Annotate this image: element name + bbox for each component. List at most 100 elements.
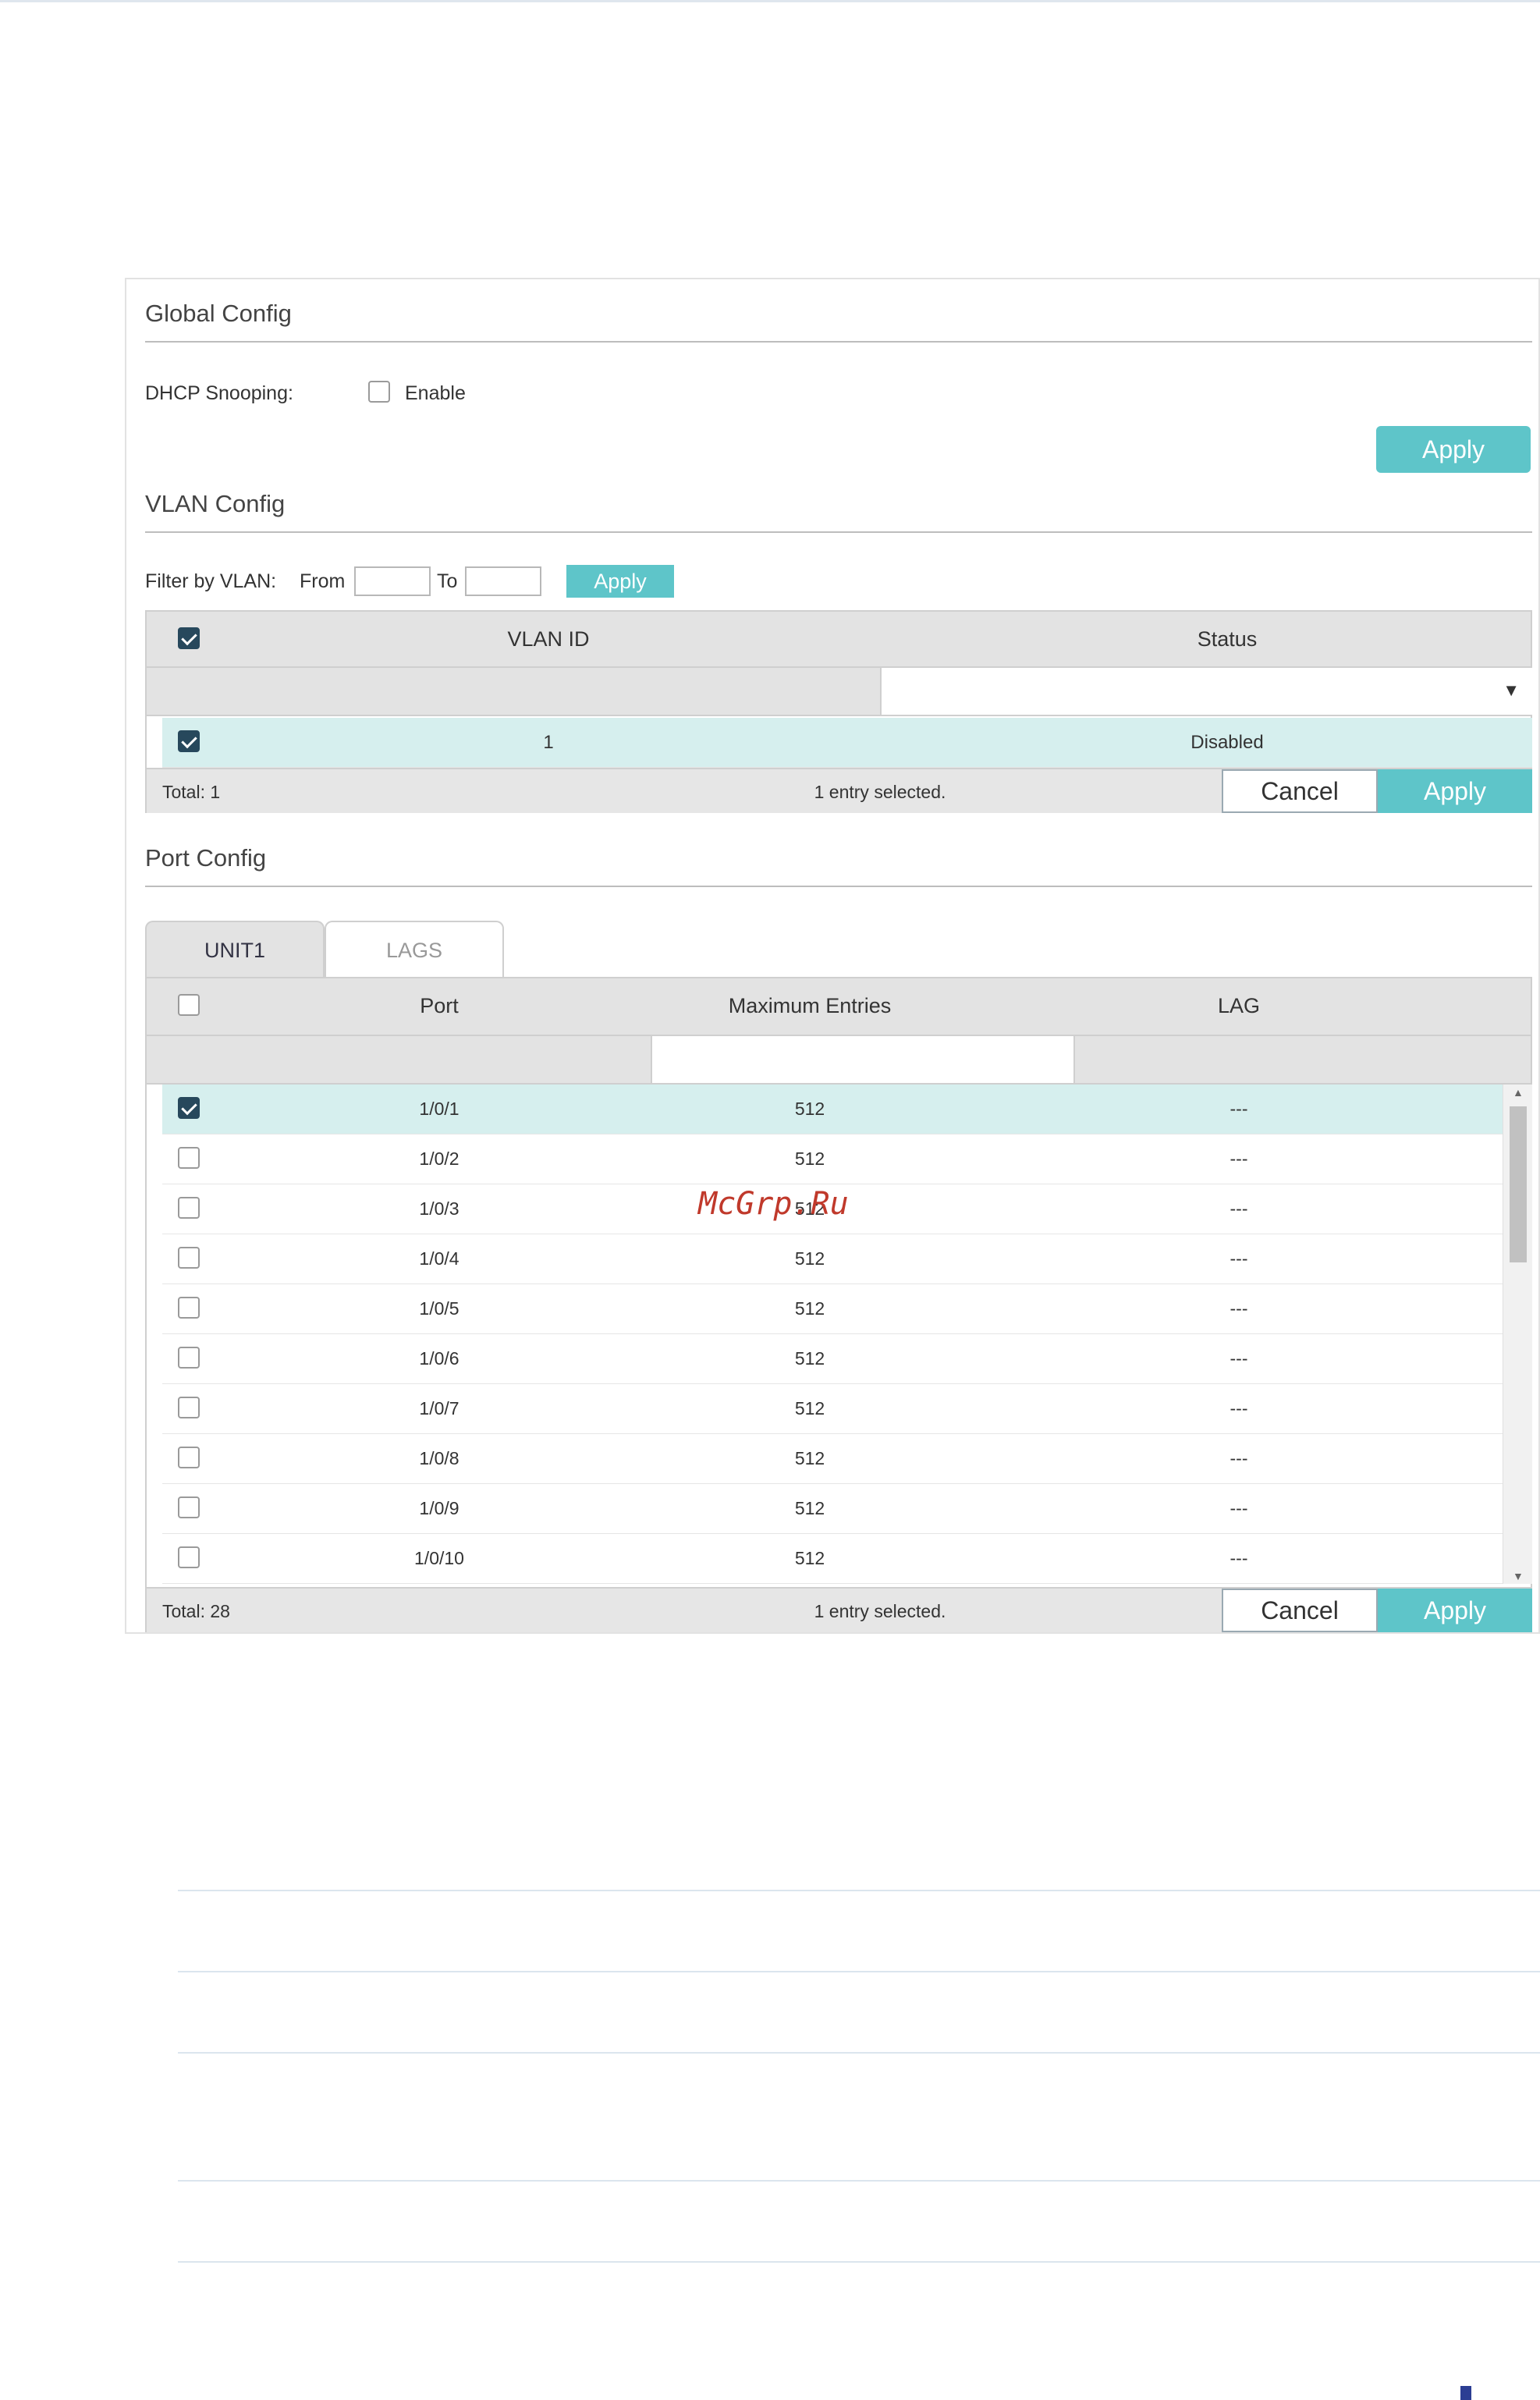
table-row[interactable]: 1/0/8 512 ---	[162, 1434, 1515, 1484]
port-cancel-button[interactable]: Cancel	[1222, 1589, 1378, 1632]
port-config-title: Port Config	[145, 844, 267, 872]
port-cell: 1/0/10	[414, 1548, 464, 1568]
row-checkbox[interactable]	[178, 1297, 200, 1319]
max-entries-cell: 512	[794, 1099, 825, 1119]
row-checkbox[interactable]	[178, 1447, 200, 1468]
row-checkbox[interactable]	[178, 1197, 200, 1219]
vlan-id-cell: 1	[543, 732, 554, 753]
table-row[interactable]: 1/0/7 512 ---	[162, 1384, 1515, 1434]
vlan-select-all-checkbox[interactable]	[178, 627, 200, 649]
max-entries-cell: 512	[794, 1548, 825, 1568]
port-cell: 1/0/8	[419, 1448, 460, 1468]
lag-cell: ---	[1230, 1149, 1248, 1169]
vlan-table: VLAN ID Status ▼ 1 Disabled Total: 1 1 e…	[145, 610, 1532, 813]
vlan-filter-row: ▼	[147, 668, 1532, 716]
max-entries-cell: 512	[794, 1348, 825, 1369]
global-apply-button[interactable]: Apply	[1376, 426, 1531, 473]
lag-cell: ---	[1230, 1099, 1248, 1119]
scroll-down-icon[interactable]: ▼	[1513, 1570, 1524, 1582]
max-entries-cell: 512	[794, 1298, 825, 1319]
vlan-table-row[interactable]: 1 Disabled	[162, 718, 1532, 768]
dhcp-enable-checkbox[interactable]	[368, 381, 390, 403]
table-row[interactable]: 1/0/5 512 ---	[162, 1284, 1515, 1334]
row-checkbox[interactable]	[178, 1546, 200, 1568]
port-cell: 1/0/6	[419, 1348, 460, 1369]
page-corner-mark	[1460, 2386, 1471, 2400]
port-table-scrollbar[interactable]: ▲ ▼	[1503, 1085, 1532, 1584]
port-cell: 1/0/9	[419, 1498, 460, 1518]
vlan-filter-apply-button[interactable]: Apply	[566, 565, 674, 598]
vlan-table-header: VLAN ID Status	[147, 612, 1531, 668]
port-apply-button[interactable]: Apply	[1378, 1589, 1532, 1632]
port-table: Port Maximum Entries LAG 1/0/1 512 --- 1…	[145, 977, 1532, 1632]
scrollbar-thumb[interactable]	[1510, 1106, 1527, 1262]
document-rule	[178, 1971, 1540, 1972]
row-checkbox[interactable]	[178, 1097, 200, 1119]
port-cell: 1/0/7	[419, 1398, 460, 1418]
lag-column-header: LAG	[1217, 994, 1261, 1017]
row-checkbox[interactable]	[178, 1496, 200, 1518]
max-entries-cell: 512	[794, 1498, 825, 1518]
max-entries-cell: 512	[794, 1448, 825, 1468]
document-rule	[178, 2052, 1540, 2054]
table-row[interactable]: 1/0/4 512 ---	[162, 1234, 1515, 1284]
vlan-config-divider	[145, 531, 1532, 533]
port-config-divider	[145, 886, 1532, 887]
status-column-header: Status	[1197, 627, 1258, 651]
lag-cell: ---	[1230, 1248, 1248, 1269]
vlan-apply-button[interactable]: Apply	[1378, 769, 1532, 813]
tab-lags[interactable]: LAGS	[325, 921, 504, 978]
table-row[interactable]: 1/0/2 512 ---	[162, 1134, 1515, 1184]
dhcp-enable-label: Enable	[405, 382, 466, 404]
filter-by-vlan-label: Filter by VLAN:	[145, 570, 277, 592]
port-selected-count: 1 entry selected.	[814, 1601, 946, 1621]
row-checkbox[interactable]	[178, 1147, 200, 1169]
max-entries-filter-input[interactable]	[651, 1036, 1075, 1083]
max-entries-cell: 512	[794, 1149, 825, 1169]
max-entries-cell: 512	[794, 1248, 825, 1269]
table-row[interactable]: 1/0/6 512 ---	[162, 1334, 1515, 1384]
vlan-row-checkbox[interactable]	[178, 730, 200, 752]
vlan-selected-count: 1 entry selected.	[814, 782, 946, 802]
vlan-status-cell: Disabled	[1190, 732, 1264, 753]
tab-unit1[interactable]: UNIT1	[145, 921, 325, 978]
max-entries-column-header: Maximum Entries	[728, 994, 892, 1017]
scroll-up-icon[interactable]: ▲	[1513, 1086, 1524, 1099]
table-row[interactable]: 1/0/10 512 ---	[162, 1534, 1515, 1584]
port-cell: 1/0/3	[419, 1198, 460, 1219]
port-cell: 1/0/1	[419, 1099, 460, 1119]
port-cell: 1/0/2	[419, 1149, 460, 1169]
port-select-all-checkbox[interactable]	[178, 994, 200, 1016]
vlan-config-title: VLAN Config	[145, 490, 286, 517]
port-filter-row	[147, 1036, 1531, 1085]
vlan-table-footer: Total: 1 1 entry selected. Cancel Apply	[147, 768, 1532, 813]
table-row[interactable]: 1/0/1 512 ---	[162, 1085, 1515, 1134]
vlan-cancel-button[interactable]: Cancel	[1222, 769, 1378, 813]
status-filter-select[interactable]: ▼	[880, 668, 1532, 715]
lag-cell: ---	[1230, 1348, 1248, 1369]
document-rule	[178, 2261, 1540, 2263]
lag-cell: ---	[1230, 1448, 1248, 1468]
port-column-header: Port	[420, 994, 459, 1017]
document-rule	[178, 2180, 1540, 2182]
row-checkbox[interactable]	[178, 1397, 200, 1418]
max-entries-cell: 512	[794, 1398, 825, 1418]
dhcp-snooping-label: DHCP Snooping:	[145, 382, 293, 404]
table-row[interactable]: 1/0/9 512 ---	[162, 1484, 1515, 1534]
vlan-to-input[interactable]	[465, 566, 541, 596]
lag-cell: ---	[1230, 1398, 1248, 1418]
watermark: McGrp.Ru	[698, 1186, 849, 1222]
lag-cell: ---	[1230, 1298, 1248, 1319]
global-config-title: Global Config	[145, 300, 292, 327]
chevron-down-icon: ▼	[1503, 680, 1520, 700]
vlan-total-label: Total: 1	[162, 782, 221, 802]
lag-cell: ---	[1230, 1548, 1248, 1568]
row-checkbox[interactable]	[178, 1347, 200, 1369]
vlan-from-input[interactable]	[354, 566, 431, 596]
port-table-footer: Total: 28 1 entry selected. Cancel Apply	[147, 1587, 1532, 1632]
global-config-divider	[145, 341, 1532, 343]
row-checkbox[interactable]	[178, 1247, 200, 1269]
filter-from-label: From	[300, 570, 346, 592]
port-table-header: Port Maximum Entries LAG	[147, 978, 1531, 1036]
top-rule	[0, 0, 1540, 2]
